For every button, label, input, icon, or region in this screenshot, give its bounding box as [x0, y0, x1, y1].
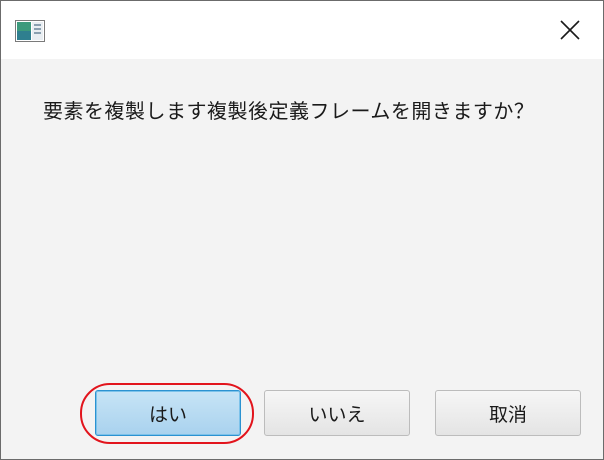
window-app-icon — [15, 20, 45, 42]
no-button[interactable]: いいえ — [264, 390, 410, 436]
dialog-message: 要素を複製します複製後定義フレームを開きますか？ — [43, 99, 535, 123]
close-icon — [560, 20, 580, 40]
cancel-button[interactable]: 取消 — [435, 390, 581, 436]
yes-button[interactable]: はい — [95, 390, 241, 436]
dialog-content: 要素を複製します複製後定義フレームを開きますか？ はい いいえ 取消 — [1, 59, 603, 459]
title-bar — [1, 1, 603, 59]
close-button[interactable] — [537, 1, 603, 59]
dialog-window: 要素を複製します複製後定義フレームを開きますか？ はい いいえ 取消 — [0, 0, 604, 460]
